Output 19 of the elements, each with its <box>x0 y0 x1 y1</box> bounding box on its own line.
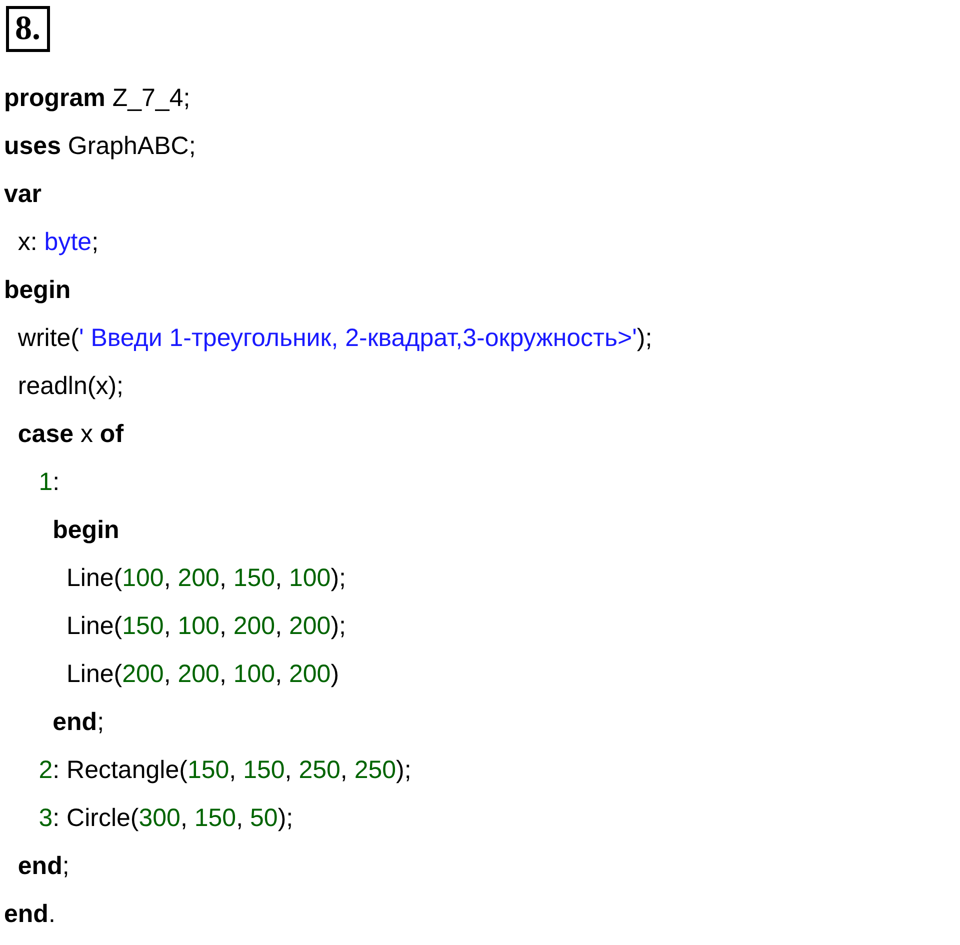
code-line: 2: Rectangle(150, 150, 250, 250); <box>38 755 412 786</box>
code-line: 3: Circle(300, 150, 50); <box>38 803 294 834</box>
code-line: Line(100, 200, 150, 100); <box>66 563 347 594</box>
code-line: begin <box>4 275 72 306</box>
code-line: x: byte; <box>16 227 100 258</box>
code-line: end; <box>16 851 70 882</box>
code-line: case x of <box>16 419 125 450</box>
code-line: var <box>4 179 43 210</box>
code-line: Line(150, 100, 200, 200); <box>66 611 347 642</box>
code-line: 1: <box>38 467 61 498</box>
task-number: 8. <box>6 6 50 52</box>
code-line: program Z_7_4; <box>4 83 192 114</box>
code-line: write(' Введи 1-треугольник, 2-квадрат,3-окружность>'); <box>16 323 654 354</box>
code-line: end. <box>4 899 56 930</box>
code-line: Line(200, 200, 100, 200) <box>66 659 340 690</box>
code-line: uses GraphABC; <box>4 131 197 162</box>
code-line: end; <box>52 707 106 738</box>
code-line: begin <box>52 515 120 546</box>
code-line: readln(x); <box>16 371 124 402</box>
